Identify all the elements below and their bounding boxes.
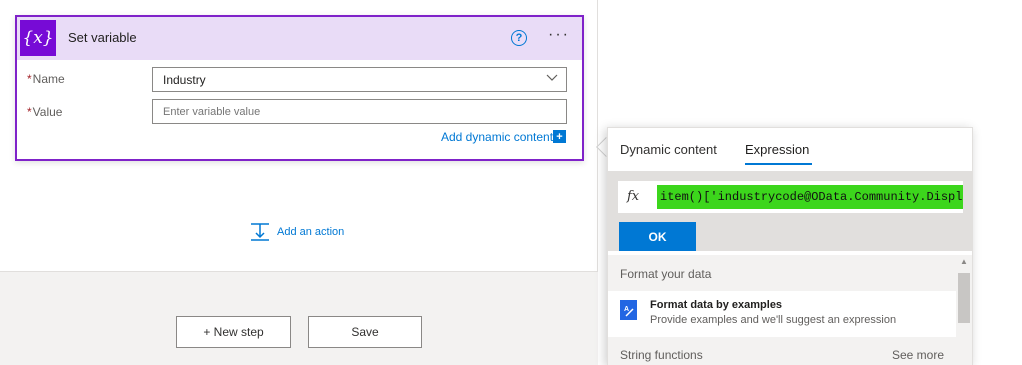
- section-format-your-data: Format your data: [608, 255, 956, 291]
- value-label: *Value: [27, 105, 62, 119]
- flyout-scrollbar[interactable]: ▲: [956, 255, 972, 365]
- more-options-icon[interactable]: ···: [548, 26, 570, 44]
- scroll-up-icon[interactable]: ▲: [960, 257, 968, 266]
- expression-input[interactable]: item()['industrycode@OData.Community.Dis…: [657, 185, 963, 209]
- card-title[interactable]: Set variable: [68, 30, 137, 45]
- variable-icon: {x}: [20, 20, 56, 56]
- name-label-text: Name: [32, 72, 65, 86]
- name-select-value: Industry: [163, 73, 206, 87]
- add-action-label[interactable]: Add an action: [277, 226, 344, 238]
- value-input[interactable]: [152, 99, 567, 124]
- required-mark: *: [27, 72, 32, 86]
- add-dynamic-content-link[interactable]: Add dynamic content: [441, 130, 553, 144]
- tab-dynamic-content[interactable]: Dynamic content: [620, 142, 717, 157]
- svg-text:A: A: [624, 306, 629, 313]
- active-tab-indicator: [745, 163, 812, 165]
- chevron-down-icon[interactable]: [546, 71, 558, 86]
- format-by-examples-description: Provide examples and we'll suggest an ex…: [650, 314, 897, 326]
- card-header[interactable]: {x} Set variable ? ···: [17, 17, 582, 60]
- see-more-link[interactable]: See more: [892, 348, 944, 362]
- format-by-examples-title: Format data by examples: [650, 299, 783, 311]
- add-dynamic-content-icon[interactable]: +: [553, 130, 566, 143]
- scroll-thumb[interactable]: [958, 273, 970, 323]
- new-step-button[interactable]: + New step: [176, 316, 291, 348]
- format-by-examples-item[interactable]: A Format data by examples Provide exampl…: [608, 291, 956, 337]
- dynamic-content-flyout: Dynamic content Expression fx item()['in…: [607, 127, 973, 365]
- set-variable-card[interactable]: {x} Set variable ? ··· *Name Industry *V…: [15, 15, 584, 161]
- string-functions-label: String functions: [620, 348, 703, 362]
- name-label: *Name: [27, 72, 65, 86]
- insert-action-icon: [250, 222, 270, 242]
- help-icon[interactable]: ?: [511, 30, 527, 46]
- save-button[interactable]: Save: [308, 316, 422, 348]
- tab-expression[interactable]: Expression: [745, 142, 809, 157]
- format-data-icon: A: [620, 300, 637, 320]
- ok-button[interactable]: OK: [619, 222, 696, 251]
- required-mark: *: [27, 105, 32, 119]
- expression-input-box[interactable]: fx item()['industrycode@OData.Community.…: [618, 181, 963, 213]
- section-string-functions: String functions See more: [608, 337, 956, 365]
- fx-icon: fx: [627, 189, 640, 204]
- expression-editor-area: fx item()['industrycode@OData.Community.…: [608, 171, 972, 251]
- add-action-button[interactable]: Add an action: [250, 222, 344, 242]
- value-label-text: Value: [32, 105, 63, 119]
- name-select[interactable]: Industry: [152, 67, 567, 92]
